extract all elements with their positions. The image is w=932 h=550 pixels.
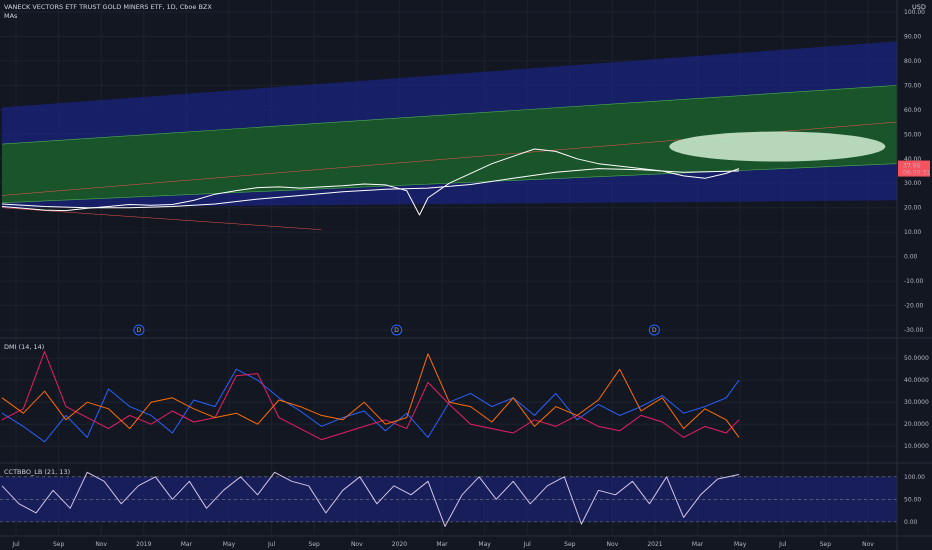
y-tick-label: 60.00 bbox=[904, 107, 921, 114]
y-tick-label: 50.0000 bbox=[904, 355, 929, 362]
y-tick-label: 70.00 bbox=[904, 82, 921, 89]
dividend-marker-label: D bbox=[652, 327, 657, 334]
y-tick-label: 50.00 bbox=[904, 131, 921, 138]
x-tick-label: 2020 bbox=[392, 541, 407, 548]
x-tick-label: Nov bbox=[862, 541, 874, 548]
x-tick-label: Nov bbox=[95, 541, 107, 548]
x-tick-label: Nov bbox=[351, 541, 363, 548]
dividend-marker-label: D bbox=[137, 327, 142, 334]
target-ellipse[interactable] bbox=[669, 131, 886, 162]
x-tick-label: May bbox=[223, 541, 236, 548]
x-tick-label: Jul bbox=[11, 541, 20, 548]
y-tick-label: 0.00 bbox=[904, 519, 918, 526]
x-tick-label: Jul bbox=[778, 541, 787, 548]
x-tick-label: 2019 bbox=[136, 541, 151, 548]
y-tick-label: 10.00 bbox=[904, 229, 921, 236]
dividend-marker-label: D bbox=[394, 327, 399, 334]
y-tick-label: 80.00 bbox=[904, 58, 921, 65]
x-tick-label: Sep bbox=[820, 541, 832, 548]
y-tick-label: 30.00 bbox=[904, 180, 921, 187]
y-tick-label: 90.00 bbox=[904, 33, 921, 40]
y-tick-label: 0.00 bbox=[904, 254, 918, 261]
x-tick-label: 2021 bbox=[647, 541, 662, 548]
x-tick-label: Jul bbox=[523, 541, 532, 548]
x-tick-label: Sep bbox=[309, 541, 321, 548]
x-tick-label: Mar bbox=[692, 541, 704, 548]
y-tick-label: -30.00 bbox=[904, 327, 924, 334]
y-tick-label: 20.00 bbox=[904, 205, 921, 212]
pane-title[interactable]: CCTBBO_LB (21, 13) bbox=[4, 468, 70, 476]
x-tick-label: May bbox=[478, 541, 491, 548]
pane-title[interactable]: DMI (14, 14) bbox=[4, 343, 44, 351]
x-tick-label: Mar bbox=[181, 541, 193, 548]
currency-label: USD bbox=[912, 3, 926, 11]
x-tick-label: Mar bbox=[436, 541, 448, 548]
y-tick-label: 30.0000 bbox=[904, 399, 929, 406]
y-tick-label: 50.00 bbox=[904, 496, 921, 503]
y-tick-label: 20.0000 bbox=[904, 421, 929, 428]
x-tick-label: Jul bbox=[267, 541, 276, 548]
x-tick-label: Nov bbox=[607, 541, 619, 548]
last-price-countdown: 06:00:31 bbox=[903, 170, 930, 177]
x-tick-label: Sep bbox=[564, 541, 576, 548]
symbol-title[interactable]: VANECK VECTORS ETF TRUST GOLD MINERS ETF… bbox=[4, 3, 212, 11]
x-tick-label: Sep bbox=[53, 541, 65, 548]
y-tick-label: -20.00 bbox=[904, 303, 924, 310]
y-tick-label: -10.00 bbox=[904, 278, 924, 285]
y-tick-label: 100.00 bbox=[904, 474, 925, 481]
indicator-label[interactable]: MAs bbox=[4, 12, 17, 20]
y-tick-label: 10.0000 bbox=[904, 443, 929, 450]
x-tick-label: May bbox=[734, 541, 747, 548]
y-tick-label: 40.0000 bbox=[904, 377, 929, 384]
chart-canvas[interactable]: D D D DMI (14, 14) CCTBBO_LB (21, 13) 100.… bbox=[0, 0, 932, 550]
last-price-value: 37.98 bbox=[903, 163, 920, 170]
